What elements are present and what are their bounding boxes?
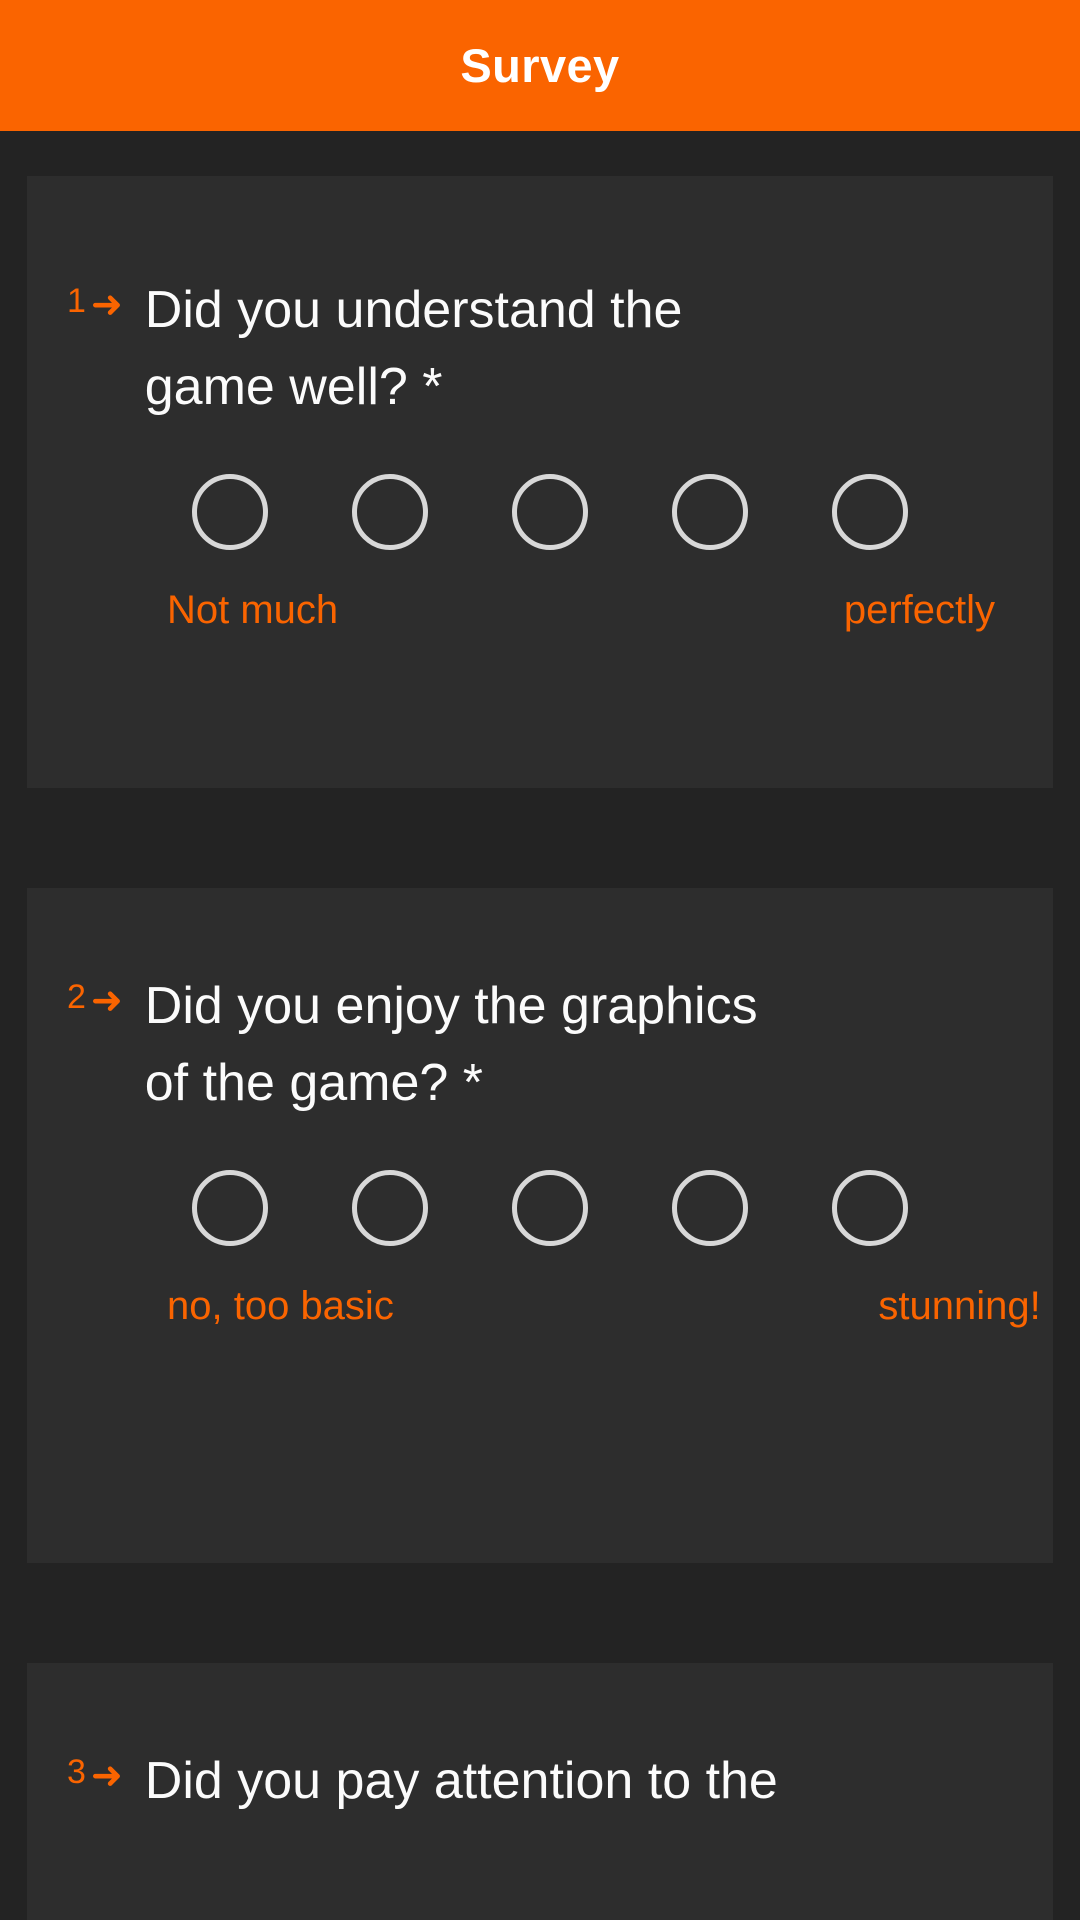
question-header-3: 3 ➜ Did you pay attention to the [27, 1663, 1053, 1820]
question-text-2: Did you enjoy the graphics of the game? … [144, 977, 758, 1112]
arrow-icon: ➜ [90, 980, 123, 1022]
survey-scroll-area[interactable]: 1 ➜ Did you understand the game well? * … [0, 131, 1080, 1920]
question-text-3: Did you pay attention to the [144, 1752, 778, 1810]
question-header-2: 2 ➜ Did you enjoy the graphics of the ga… [27, 888, 1053, 1122]
scale-label-low-1: Not much [167, 587, 339, 632]
radio-group-2[interactable] [57, 1169, 1023, 1246]
app-bar: Survey [0, 0, 1080, 131]
question-number-1: 1 [67, 282, 86, 320]
radio-group-1[interactable] [57, 473, 1023, 550]
scale-labels-2: no, too basic stunning! I l [57, 1283, 1053, 1328]
radio-option-2-3[interactable] [512, 1169, 588, 1246]
rating-scale-2: no, too basic stunning! I l [27, 1169, 1053, 1328]
question-number-3: 3 [67, 1753, 86, 1791]
question-text-1: Did you understand the game well? * [144, 281, 683, 416]
question-card-2: 2 ➜ Did you enjoy the graphics of the ga… [27, 888, 1053, 1563]
page-title: Survey [460, 39, 620, 92]
radio-option-2-1[interactable] [192, 1169, 268, 1246]
scale-label-high-2: stunning! I l [878, 1283, 1053, 1328]
arrow-icon: ➜ [90, 1755, 123, 1797]
scale-label-low-2: no, too basic [167, 1283, 394, 1328]
rating-scale-1: Not much perfectly [27, 473, 1053, 630]
radio-option-1-3[interactable] [512, 473, 588, 550]
question-card-3: 3 ➜ Did you pay attention to the [27, 1663, 1053, 1920]
radio-option-2-4[interactable] [672, 1169, 748, 1246]
radio-option-1-4[interactable] [672, 473, 748, 550]
question-header-1: 1 ➜ Did you understand the game well? * [27, 176, 1053, 426]
scale-label-high-1: perfectly [843, 587, 995, 632]
scale-labels-1: Not much perfectly [57, 590, 1023, 630]
radio-option-1-2[interactable] [352, 473, 428, 550]
radio-option-2-2[interactable] [352, 1169, 428, 1246]
question-card-1: 1 ➜ Did you understand the game well? * … [27, 176, 1053, 788]
radio-option-2-5[interactable] [832, 1169, 908, 1246]
radio-option-1-1[interactable] [192, 473, 268, 550]
arrow-icon: ➜ [90, 284, 123, 326]
radio-option-1-5[interactable] [832, 473, 908, 550]
question-number-2: 2 [67, 978, 86, 1016]
